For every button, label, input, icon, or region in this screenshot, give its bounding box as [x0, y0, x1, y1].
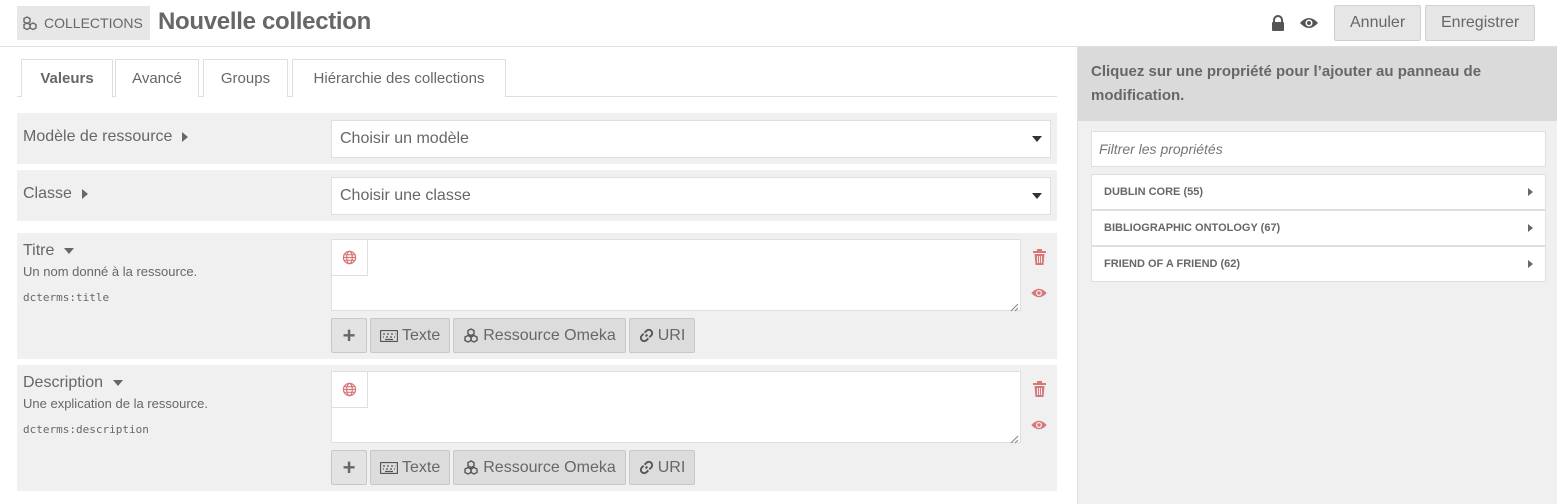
property-description: Une explication de la ressource. — [23, 396, 208, 411]
caret-right-icon — [1528, 260, 1533, 268]
caret-right-icon — [1528, 224, 1533, 232]
eye-icon[interactable] — [1029, 283, 1049, 303]
section-label: COLLECTIONS — [44, 15, 143, 31]
add-resource-label: Ressource Omeka — [483, 458, 616, 476]
lock-icon[interactable] — [1268, 13, 1288, 33]
add-value-button[interactable]: + — [331, 450, 367, 485]
plus-icon: + — [342, 454, 356, 480]
resize-handle-icon[interactable] — [1009, 299, 1019, 312]
cubes-icon — [463, 327, 479, 344]
resource-template-label[interactable]: Modèle de ressource — [23, 128, 189, 146]
vocabulary-item-bibo[interactable]: BIBLIOGRAPHIC ONTOLOGY (67) — [1091, 210, 1546, 246]
add-uri-label: URI — [657, 458, 686, 476]
cancel-button[interactable]: Annuler — [1334, 5, 1422, 41]
value-type-buttons: + Texte Ressource Omeka URI — [331, 318, 696, 353]
add-text-label: Texte — [402, 458, 441, 476]
resource-class-label[interactable]: Classe — [23, 185, 88, 203]
link-icon — [639, 328, 654, 343]
add-resource-button[interactable]: Ressource Omeka — [453, 318, 626, 353]
globe-icon — [342, 250, 357, 265]
eye-icon[interactable] — [1299, 13, 1319, 33]
filter-properties-input[interactable] — [1091, 131, 1546, 167]
caret-right-icon — [1528, 188, 1533, 196]
globe-icon — [342, 382, 357, 397]
tab-avance[interactable]: Avancé — [115, 59, 199, 97]
add-resource-label: Ressource Omeka — [483, 326, 616, 344]
vocabulary-item-dublin-core[interactable]: DUBLIN CORE (55) — [1091, 174, 1546, 210]
plus-icon: + — [342, 322, 356, 348]
sidebar-heading: Cliquez sur une propriété pour l’ajouter… — [1078, 47, 1557, 121]
caret-right-icon — [81, 189, 88, 199]
property-label-text: Titre — [23, 242, 55, 259]
caret-down-icon — [64, 248, 75, 254]
add-resource-button[interactable]: Ressource Omeka — [453, 450, 626, 485]
vocabulary-label: FRIEND OF A FRIEND (62) — [1104, 258, 1241, 270]
chevron-down-icon — [1032, 136, 1042, 142]
language-button[interactable] — [332, 372, 368, 408]
add-uri-button[interactable]: URI — [628, 318, 696, 353]
resource-class-selected: Choisir une classe — [340, 187, 471, 204]
keyboard-icon — [380, 461, 398, 474]
caret-down-icon — [113, 380, 124, 386]
property-label-text: Description — [23, 374, 104, 391]
section-badge[interactable]: COLLECTIONS — [17, 6, 150, 40]
add-text-button[interactable]: Texte — [370, 318, 451, 353]
eye-icon[interactable] — [1029, 415, 1049, 435]
resource-template-select[interactable]: Choisir un modèle — [331, 120, 1051, 158]
resource-class-label-text: Classe — [23, 185, 72, 202]
property-row-description: Description Une explication de la ressou… — [17, 365, 1057, 491]
add-text-label: Texte — [402, 326, 441, 344]
trash-icon[interactable] — [1029, 379, 1049, 399]
resource-template-row: Modèle de ressource Choisir un modèle — [17, 113, 1057, 164]
tab-bar: Valeurs Avancé Groups Hiérarchie des col… — [17, 59, 1057, 98]
resource-template-label-text: Modèle de ressource — [23, 128, 173, 145]
cubes-icon — [463, 459, 479, 476]
caret-right-icon — [182, 132, 189, 142]
language-button[interactable] — [332, 240, 368, 276]
property-row-title: Titre Un nom donné à la ressource. dcter… — [17, 233, 1057, 359]
property-selector-sidebar: Cliquez sur une propriété pour l’ajouter… — [1077, 47, 1557, 504]
page-title: Nouvelle collection — [158, 8, 372, 35]
add-uri-button[interactable]: URI — [628, 450, 696, 485]
property-label-description[interactable]: Description — [23, 374, 124, 392]
property-description: Un nom donné à la ressource. — [23, 264, 198, 279]
save-button[interactable]: Enregistrer — [1425, 5, 1536, 41]
vocabulary-label: DUBLIN CORE (55) — [1104, 186, 1204, 198]
resource-class-row: Classe Choisir une classe — [17, 170, 1057, 221]
keyboard-icon — [380, 329, 398, 342]
resource-class-select[interactable]: Choisir une classe — [331, 177, 1051, 215]
add-uri-label: URI — [657, 326, 686, 344]
chevron-down-icon — [1032, 193, 1042, 199]
property-term: dcterms:title — [23, 291, 110, 304]
page-header: COLLECTIONS Nouvelle collection Annuler … — [0, 0, 1557, 47]
resource-template-selected: Choisir un modèle — [340, 130, 469, 147]
add-value-button[interactable]: + — [331, 318, 367, 353]
description-value-textarea[interactable] — [331, 371, 1021, 444]
resize-handle-icon[interactable] — [1009, 431, 1019, 444]
trash-icon[interactable] — [1029, 247, 1049, 267]
property-term: dcterms:description — [23, 423, 149, 436]
link-icon — [639, 460, 654, 475]
vocabulary-label: BIBLIOGRAPHIC ONTOLOGY (67) — [1104, 222, 1281, 234]
tab-hierarchie[interactable]: Hiérarchie des collections — [292, 59, 506, 97]
tab-groups[interactable]: Groups — [203, 59, 288, 97]
vocabulary-item-foaf[interactable]: FRIEND OF A FRIEND (62) — [1091, 246, 1546, 282]
title-value-textarea[interactable] — [331, 239, 1021, 312]
property-label-title[interactable]: Titre — [23, 242, 75, 260]
cubes-icon — [22, 15, 38, 31]
value-type-buttons: + Texte Ressource Omeka URI — [331, 450, 696, 485]
tab-valeurs[interactable]: Valeurs — [21, 59, 113, 98]
add-text-button[interactable]: Texte — [370, 450, 451, 485]
